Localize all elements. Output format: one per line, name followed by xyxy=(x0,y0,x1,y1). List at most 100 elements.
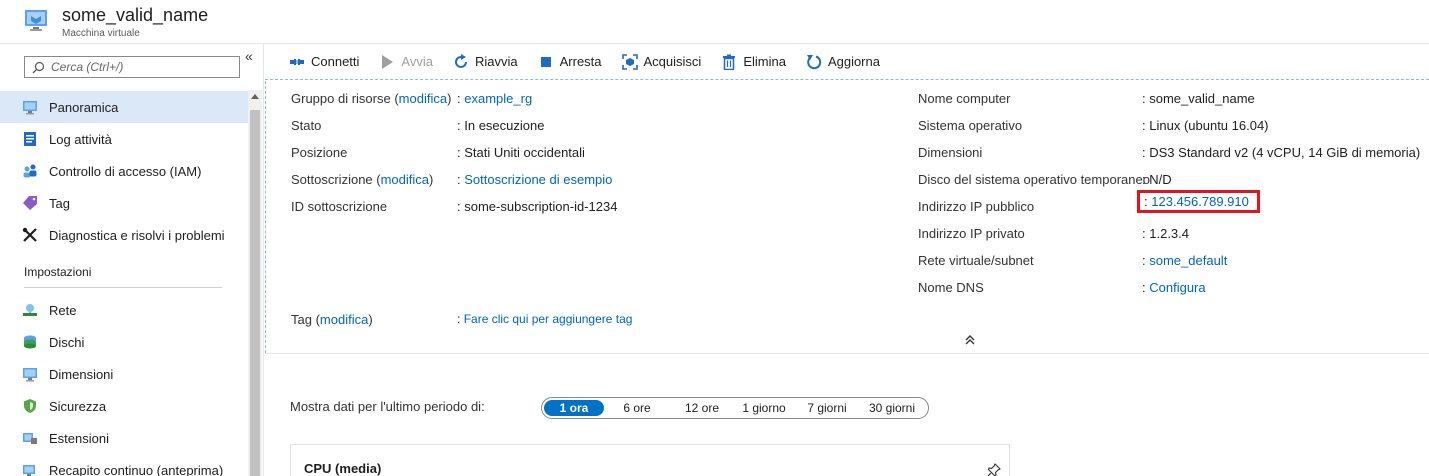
size-label-row: Dimensioni xyxy=(918,145,982,165)
sidebar-item-rete[interactable]: Rete xyxy=(0,294,248,326)
colon: : xyxy=(1144,194,1148,209)
start-button[interactable]: Avvia xyxy=(379,54,433,70)
computer-name-label-row: Nome computer xyxy=(918,91,1010,111)
page-subtitle: Macchina virtuale xyxy=(62,28,140,39)
sidebar-section-title: Impostazioni xyxy=(24,265,92,279)
refresh-icon xyxy=(806,54,822,69)
sidebar-item-sicurezza[interactable]: Sicurezza xyxy=(0,390,248,422)
connect-button[interactable]: Connetti xyxy=(289,54,359,70)
location-value: Stati Uniti occidentali xyxy=(464,145,585,160)
os-label-row: Sistema operativo xyxy=(918,118,1022,138)
extensions-icon xyxy=(23,433,37,444)
os-value-row: : Linux (ubuntu 16.04) xyxy=(1142,118,1269,138)
private-ip-label-row: Indirizzo IP privato xyxy=(918,226,1025,246)
close-paren: ) xyxy=(368,312,373,327)
monitor-icon xyxy=(23,368,37,382)
sidebar-item-label: Panoramica xyxy=(49,99,119,115)
vnet-link[interactable]: some_default xyxy=(1149,253,1227,268)
sidebar-item-log-attivita[interactable]: Log attività xyxy=(0,123,248,155)
virtual-machine-icon xyxy=(25,10,47,31)
sidebar-item-iam[interactable]: Controllo di accesso (IAM) xyxy=(0,155,248,187)
restart-icon xyxy=(455,53,467,68)
colon: : xyxy=(457,312,461,326)
stop-icon xyxy=(540,56,551,67)
cpu-card-title: CPU (media) xyxy=(304,461,382,476)
sidebar-item-label: Dischi xyxy=(49,334,85,350)
colon: : xyxy=(1142,226,1146,241)
sidebar-item-estensioni[interactable]: Estensioni xyxy=(0,422,248,454)
sidebar-item-label: Recapito continuo (anteprima) xyxy=(49,462,224,476)
dns-value-row: : Configura xyxy=(1142,280,1206,300)
subscription-label: Sottoscrizione ( xyxy=(291,172,381,187)
vnet-label-row: Rete virtuale/subnet xyxy=(918,253,1034,273)
resource-group-link[interactable]: example_rg xyxy=(464,91,532,106)
resource-group-modify-link[interactable]: modifica xyxy=(399,91,447,106)
period-option-12h[interactable]: 12 ore xyxy=(670,400,734,416)
add-tags-link[interactable]: Fare clic qui per aggiungere tag xyxy=(464,312,633,326)
capture-icon xyxy=(621,53,638,70)
sidebar-scrollbar[interactable] xyxy=(248,90,262,476)
connect-label: Connetti xyxy=(311,54,360,69)
cpu-metric-card[interactable]: CPU (media) xyxy=(290,444,1010,476)
period-option-1h[interactable]: 1 ora xyxy=(544,400,604,416)
tags-label: Tag ( xyxy=(291,312,320,327)
restart-label: Riavvia xyxy=(474,54,518,69)
sidebar-item-dimensioni[interactable]: Dimensioni xyxy=(0,358,248,390)
sidebar-item-panoramica[interactable]: Panoramica xyxy=(0,91,248,123)
sidebar-item-diagnostics[interactable]: Diagnostica e risolvi i problemi xyxy=(0,219,248,251)
period-option-30d[interactable]: 30 giorni xyxy=(860,400,924,416)
computer-name-value: some_valid_name xyxy=(1149,91,1255,106)
collapse-sidebar-button[interactable]: « xyxy=(245,48,253,64)
location-value-row: : Stati Uniti occidentali xyxy=(457,145,585,165)
restart-button[interactable]: Riavvia xyxy=(453,53,518,70)
search-box[interactable] xyxy=(24,56,240,78)
collapse-essentials-icon[interactable] xyxy=(965,335,975,345)
subscription-value-row: : Sottoscrizione di esempio xyxy=(457,172,612,192)
size-value: DS3 Standard v2 (4 vCPU, 14 GiB di memor… xyxy=(1149,145,1421,160)
search-input[interactable] xyxy=(51,59,231,75)
colon: : xyxy=(457,172,461,187)
colon: : xyxy=(1142,253,1146,268)
public-ip-value-row: : 123.456.789.910 xyxy=(1137,190,1260,214)
period-option-1d[interactable]: 1 giorno xyxy=(734,400,794,416)
public-ip-label: Indirizzo IP pubblico xyxy=(918,199,1035,214)
section-separator xyxy=(265,353,1429,354)
pin-icon[interactable] xyxy=(987,463,1001,476)
vnet-label: Rete virtuale/subnet xyxy=(918,253,1034,268)
tags-modify-link[interactable]: modifica xyxy=(320,312,368,327)
delete-label: Elimina xyxy=(743,54,786,69)
colon: : xyxy=(457,145,461,160)
size-label: Dimensioni xyxy=(918,145,983,160)
scroll-thumb[interactable] xyxy=(250,110,260,476)
tags-label-row: Tag (modifica) xyxy=(291,312,373,332)
subscription-id-label-row: ID sottoscrizione xyxy=(291,199,387,219)
capture-button[interactable]: Acquisisci xyxy=(621,53,701,70)
delete-button[interactable]: Elimina xyxy=(721,54,786,70)
colon: : xyxy=(1142,280,1146,295)
sidebar-item-recapito-continuo[interactable]: Recapito continuo (anteprima) xyxy=(0,454,248,476)
dns-configure-link[interactable]: Configura xyxy=(1149,280,1205,295)
stop-button[interactable]: Arresta xyxy=(538,54,602,70)
trash-icon xyxy=(723,54,736,70)
sidebar-item-dischi[interactable]: Dischi xyxy=(0,326,248,358)
public-ip-link[interactable]: 123.456.789.910 xyxy=(1151,194,1249,209)
computer-name-label: Nome computer xyxy=(918,91,1011,106)
subscription-link[interactable]: Sottoscrizione di esempio xyxy=(464,172,612,187)
private-ip-value-row: : 1.2.3.4 xyxy=(1142,226,1189,246)
sidebar-item-tag[interactable]: Tag xyxy=(0,187,248,219)
stop-label: Arresta xyxy=(559,54,602,69)
disks-icon xyxy=(24,335,36,349)
resource-group-row: Gruppo di risorse (modifica) xyxy=(291,91,451,111)
os-value: Linux (ubuntu 16.04) xyxy=(1149,118,1269,133)
sidebar: « Panoramica Log attività xyxy=(0,44,264,476)
period-option-6h[interactable]: 6 ore xyxy=(604,400,670,416)
private-ip-label: Indirizzo IP privato xyxy=(918,226,1025,241)
refresh-button[interactable]: Aggiorna xyxy=(806,54,880,70)
main-content: Connetti Avvia Riavvia Arresta Acquisisc… xyxy=(265,44,1429,476)
period-option-7d[interactable]: 7 giorni xyxy=(794,400,860,416)
scroll-up-arrow-icon[interactable] xyxy=(251,94,259,99)
people-icon xyxy=(23,164,37,178)
wrench-icon xyxy=(22,227,37,242)
subscription-modify-link[interactable]: modifica xyxy=(381,172,429,187)
public-ip-highlight: : 123.456.789.910 xyxy=(1137,190,1260,213)
